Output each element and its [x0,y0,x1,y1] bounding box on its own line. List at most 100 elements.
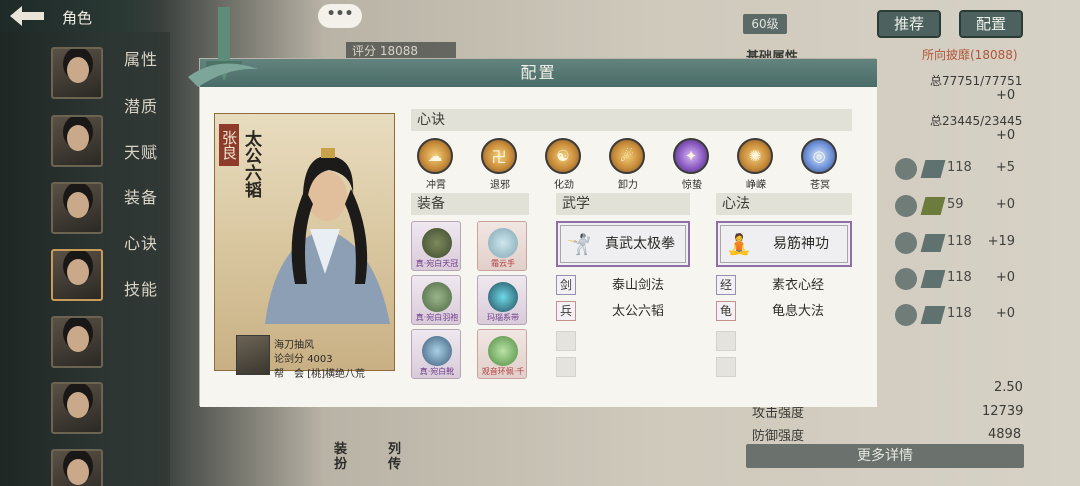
back-arrow-icon[interactable] [8,4,48,28]
equipment-name: 真·宛白羽袍 [415,313,459,322]
recommend-button[interactable]: 推荐 [877,10,941,38]
chat-bubble[interactable]: ••• [318,4,362,28]
sword-decoration-icon [188,7,258,87]
stat-row: 118 +19 [895,232,1025,254]
skill-icon: ☁ [417,138,453,174]
gloves-icon [488,228,518,258]
tab-equipment[interactable]: 装备 [124,184,158,208]
character-portrait[interactable] [51,316,103,368]
skill-label: 惊蛰 [682,180,702,191]
outfit-button[interactable]: 装扮 [334,442,352,478]
skill-label: 卸力 [618,180,638,191]
level-mark-icon [920,270,946,288]
character-portrait[interactable] [51,115,103,167]
xinjue-skill[interactable]: ☄ 卸力 [609,138,647,191]
empty-slot[interactable] [716,357,736,377]
sword-rank-value: 4003 [307,354,333,365]
skill-icon: ✺ [737,138,773,174]
xinjue-skill[interactable]: 卍 退邪 [481,138,519,191]
equipment-slot[interactable]: 真·宛白靴 [411,329,461,379]
stat-icon [895,304,917,326]
skill-label: 峥嵘 [746,180,766,191]
tab-potential[interactable]: 潜质 [124,93,158,117]
mp-total: 总23445/23445 [930,114,1023,128]
level-mark-icon [920,197,946,215]
stat-row: 59 +0 [895,195,1025,217]
biography-button[interactable]: 列传 [388,442,406,478]
xinjue-skill[interactable]: ◎ 苍冥 [801,138,839,191]
tab-attributes[interactable]: 属性 [124,46,158,70]
stat-row: 118 +0 [895,304,1025,326]
tab-xinjue[interactable]: 心诀 [124,230,158,254]
guild-line: 帮 会 [桃]横绝八荒 [274,365,365,380]
stat-bonus: +0 [995,270,1015,285]
stat-bonus: +19 [987,234,1015,249]
stat-icon [895,195,917,217]
character-card[interactable]: 张良 太公六韬 [214,113,395,371]
wuxue-sub-item[interactable]: 兵 太公六韬 [556,301,690,323]
equipment-name: 真·宛白天冠 [415,259,459,268]
equipment-name: 真·宛白靴 [419,367,455,376]
stat-value: 59 [947,197,964,212]
player-avatar[interactable] [236,335,270,375]
martial-stance-icon: 🤺 [566,232,592,256]
pendant-icon [488,336,518,366]
empty-slot[interactable] [556,357,576,377]
wuxue-sub-item[interactable]: 剑 泰山剑法 [556,275,690,297]
stat-value: 118 [947,306,972,321]
skill-icon: 卍 [481,138,517,174]
equipment-slot[interactable]: 真·宛白羽袍 [411,275,461,325]
wuxue-main-slot[interactable]: 🤺 真武太极拳 [556,221,690,267]
combat-power: 所向披靡(18088) [922,48,1018,62]
xinjue-skill[interactable]: ✺ 峥嵘 [737,138,775,191]
character-portrait-selected[interactable] [51,249,103,301]
stat-icon [895,158,917,180]
empty-slot[interactable] [716,331,736,351]
xinfa-sub-item[interactable]: 龟 龟息大法 [716,301,850,323]
skill-icon: ✦ [673,138,709,174]
equipment-name: 霜云手 [491,259,515,268]
xinfa-header: 心法 [716,193,852,215]
character-portrait[interactable] [51,382,103,434]
more-details-button[interactable]: 更多详情 [746,444,1024,468]
xinjue-header: 心诀 [411,109,852,131]
hp-bonus: +0 [996,88,1016,103]
config-button[interactable]: 配置 [959,10,1023,38]
level-badge: 60级 [743,14,787,34]
character-figure-icon [265,148,390,324]
tab-talent[interactable]: 天赋 [124,139,158,163]
character-sidebar: 属性 潜质 天赋 装备 心诀 技能 [0,32,170,486]
xinjue-skill[interactable]: ✦ 惊蛰 [673,138,711,191]
empty-slot[interactable] [556,331,576,351]
equipment-slot[interactable]: 玛瑙系带 [477,275,527,325]
level-mark-icon [920,160,946,178]
stat-value: 118 [947,270,972,285]
stat-value: 118 [947,160,972,175]
equipment-slot[interactable]: 霜云手 [477,221,527,271]
equipment-name: 玛瑙系带 [487,313,519,322]
xinfa-main-slot[interactable]: 🧘 易筋神功 [716,221,852,267]
top-bar: 角色 [0,0,165,32]
mp-bonus: +0 [996,128,1016,143]
xinjue-skill[interactable]: ☁ 冲霄 [417,138,455,191]
tab-skills[interactable]: 技能 [124,276,158,300]
skill-label: 化劲 [554,180,574,191]
character-portrait[interactable] [51,449,103,486]
xinfa-sub-icon: 龟 [716,301,736,321]
stat-row: 118 +5 [895,158,1025,180]
equipment-slot[interactable]: 真·宛白天冠 [411,221,461,271]
equipment-slot[interactable]: 观音环佩·千 [477,329,527,379]
xinfa-sub-name: 素衣心经 [771,278,824,293]
xinfa-sub-name: 龟息大法 [771,304,824,319]
xinjue-skill[interactable]: ☯ 化劲 [545,138,583,191]
character-portrait[interactable] [51,47,103,99]
defense-value: 4898 [988,427,1022,442]
xinfa-sub-item[interactable]: 经 素衣心经 [716,275,850,297]
character-portrait[interactable] [51,182,103,234]
skill-label: 退邪 [490,180,510,191]
guild-value: [桃]横绝八荒 [307,369,365,380]
config-dialog: 配置 张良 太公六韬 海刀抽风 论剑分 4003 帮 会 [桃]横绝八荒 心诀 … [188,7,877,407]
attack-value: 12739 [982,404,1024,419]
guild-label: 帮 会 [274,369,304,380]
wuxue-sub-name: 泰山剑法 [611,278,664,293]
